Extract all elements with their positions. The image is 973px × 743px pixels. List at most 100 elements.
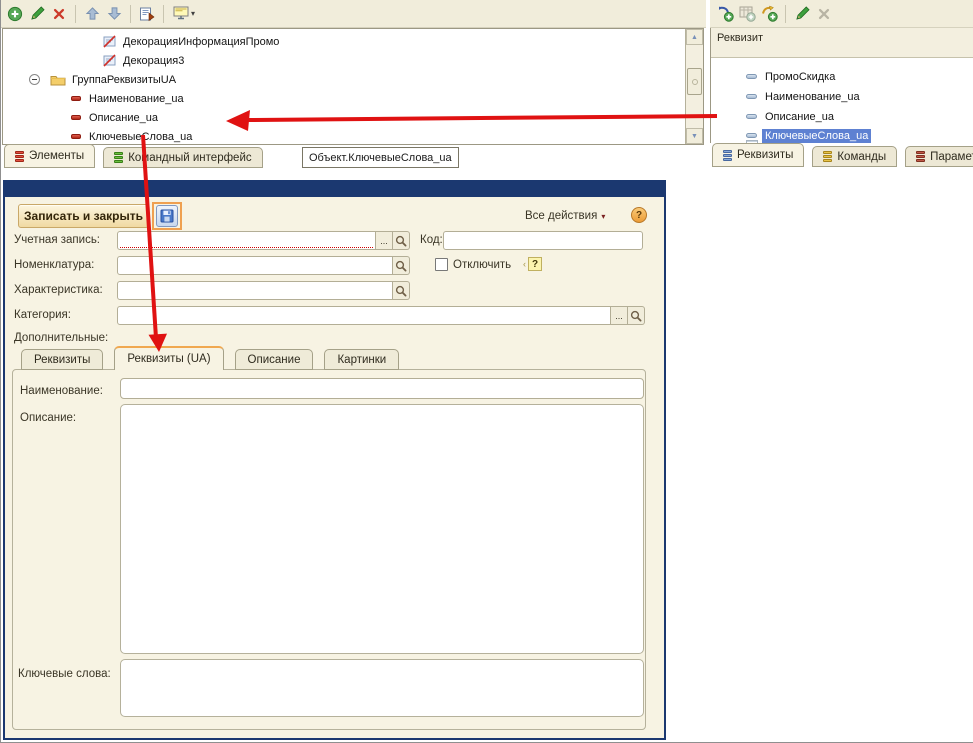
- nomenclature-input[interactable]: [117, 256, 393, 275]
- edit-icon[interactable]: [791, 3, 813, 25]
- tree-scrollbar[interactable]: ▲ ▼: [685, 29, 703, 144]
- account-lookup-icon[interactable]: [393, 231, 410, 250]
- add-by-wizard-icon[interactable]: [758, 3, 780, 25]
- add-attribute-icon[interactable]: [714, 3, 736, 25]
- attributes-list: ПромоСкидка Наименование_ua Описание_ua …: [711, 58, 973, 143]
- name-input[interactable]: [120, 378, 644, 399]
- list-item-description-ua[interactable]: Описание_ua: [746, 107, 834, 126]
- tab-label: Параметры: [930, 151, 973, 163]
- add-tabular-section-icon[interactable]: [736, 3, 758, 25]
- elements-bars-icon: [15, 151, 24, 162]
- form-tabs: Реквизиты Реквизиты (UA) Описание Картин…: [21, 346, 399, 370]
- characteristic-input[interactable]: [117, 281, 393, 300]
- nomenclature-label: Номенклатура:: [14, 259, 94, 271]
- code-input[interactable]: [443, 231, 643, 250]
- tab-label: Командный интерфейс: [128, 152, 251, 164]
- account-label: Учетная запись:: [14, 234, 100, 246]
- attributes-bottom-tabs: Реквизиты Команды Параметры: [712, 143, 973, 167]
- collapse-icon[interactable]: [29, 74, 40, 85]
- tab-label: Реквизиты: [34, 354, 90, 366]
- tree-item-name-ua[interactable]: Наименование_ua: [71, 89, 184, 108]
- form-preview-window: Записать и закрыть Все действия ▾ ? Учет…: [3, 180, 666, 740]
- tab-elements[interactable]: Элементы: [4, 144, 95, 168]
- category-lookup-icon[interactable]: [628, 306, 645, 325]
- tab-commands[interactable]: Команды: [812, 146, 897, 167]
- save-close-label: Записать и закрыть: [24, 209, 143, 223]
- add-icon[interactable]: [4, 3, 26, 25]
- attribute-icon: [71, 96, 81, 101]
- delete-icon[interactable]: [48, 3, 70, 25]
- category-field: ...: [117, 306, 645, 325]
- characteristic-label: Характеристика:: [14, 284, 103, 296]
- nomenclature-lookup-icon[interactable]: [393, 256, 410, 275]
- characteristic-lookup-icon[interactable]: [393, 281, 410, 300]
- tree-item-label: КлючевыеСлова_ua: [89, 131, 192, 143]
- tree-item-group-ua[interactable]: ГруппаРеквизитыUA: [29, 70, 176, 89]
- tab-pictures[interactable]: Картинки: [324, 349, 399, 370]
- description-label: Описание:: [20, 412, 76, 424]
- tab-attributes-ua[interactable]: Реквизиты (UA): [114, 346, 223, 370]
- attribute-icon: [746, 74, 757, 79]
- tab-command-interface[interactable]: Командный интерфейс: [103, 147, 262, 168]
- command-interface-bars-icon: [114, 152, 123, 163]
- category-ellipsis-button[interactable]: ...: [611, 306, 628, 325]
- description-textarea[interactable]: [120, 404, 644, 654]
- category-input[interactable]: [117, 306, 611, 325]
- list-item-label: КлючевыеСлова_ua: [762, 129, 871, 143]
- commands-bars-icon: [823, 151, 832, 162]
- tree-item-description-ua[interactable]: Описание_ua: [71, 108, 158, 127]
- tab-label: Картинки: [337, 354, 386, 366]
- attributes-grid: Реквизит ПромоСкидка Наименование_ua Опи…: [710, 28, 973, 143]
- check-form-icon[interactable]: [136, 3, 158, 25]
- save-button-selection-frame: [152, 202, 182, 230]
- tree-item-label: Наименование_ua: [89, 93, 184, 105]
- tree-item-decoration-promo[interactable]: ДекорацияИнформацияПромо: [103, 32, 279, 51]
- account-ellipsis-button[interactable]: ...: [376, 231, 393, 250]
- window-left-edge: [0, 0, 1, 743]
- save-floppy-icon[interactable]: [156, 205, 178, 227]
- account-input[interactable]: [117, 231, 376, 250]
- list-item-keywords-ua-selected[interactable]: КлючевыеСлова_ua: [746, 126, 871, 143]
- question-icon: ?: [528, 257, 542, 271]
- toolbar-separator: [785, 5, 786, 23]
- tree-item-decoration3[interactable]: Декорация3: [103, 51, 184, 70]
- tab-parameters[interactable]: Параметры: [905, 146, 973, 167]
- tab-label: Реквизиты: [737, 149, 793, 161]
- list-item-promo-discount[interactable]: ПромоСкидка: [746, 67, 835, 86]
- folder-icon: [50, 74, 66, 86]
- tree-item-label: Описание_ua: [89, 112, 158, 124]
- account-field: ...: [117, 231, 410, 250]
- all-actions-menu[interactable]: Все действия ▾: [525, 210, 605, 222]
- edit-icon[interactable]: [26, 3, 48, 25]
- toolbar-separator: [163, 5, 164, 23]
- characteristic-field: [117, 281, 410, 300]
- save-close-button[interactable]: Записать и закрыть: [18, 204, 149, 228]
- preview-icon[interactable]: ▾: [169, 3, 199, 25]
- screenshot-root: ▾ ДекорацияИнформацияПромо Декорация3 Гр…: [0, 0, 973, 743]
- list-item-name-ua[interactable]: Наименование_ua: [746, 87, 860, 106]
- move-up-icon[interactable]: [81, 3, 103, 25]
- delete-icon-disabled[interactable]: [813, 3, 835, 25]
- list-item-label: Описание_ua: [765, 111, 834, 123]
- scrollbar-thumb[interactable]: [687, 68, 702, 95]
- move-down-icon[interactable]: [103, 3, 125, 25]
- tab-attributes[interactable]: Реквизиты: [712, 143, 804, 167]
- tab-attributes-ru[interactable]: Реквизиты: [21, 349, 103, 370]
- attributes-toolbar: [710, 0, 973, 28]
- keywords-textarea[interactable]: [120, 659, 644, 717]
- tree-item-keywords-ua[interactable]: КлючевыеСлова_ua: [71, 127, 192, 144]
- tab-description[interactable]: Описание: [235, 349, 314, 370]
- help-button[interactable]: ?: [631, 207, 647, 223]
- disable-checkbox[interactable]: [435, 258, 448, 271]
- hint-tail-icon: ‹: [523, 259, 526, 269]
- scroll-down-icon[interactable]: ▼: [686, 128, 703, 144]
- attribute-icon: [746, 133, 757, 138]
- code-label: Код:: [420, 234, 443, 246]
- disable-help[interactable]: ‹ ?: [523, 257, 542, 271]
- attributes-column-header[interactable]: Реквизит: [711, 28, 973, 58]
- elements-toolbar: ▾: [0, 0, 706, 28]
- tab-label: Команды: [837, 151, 886, 163]
- scroll-up-icon[interactable]: ▲: [686, 29, 703, 45]
- toolbar-separator: [75, 5, 76, 23]
- decoration-icon: [103, 35, 116, 48]
